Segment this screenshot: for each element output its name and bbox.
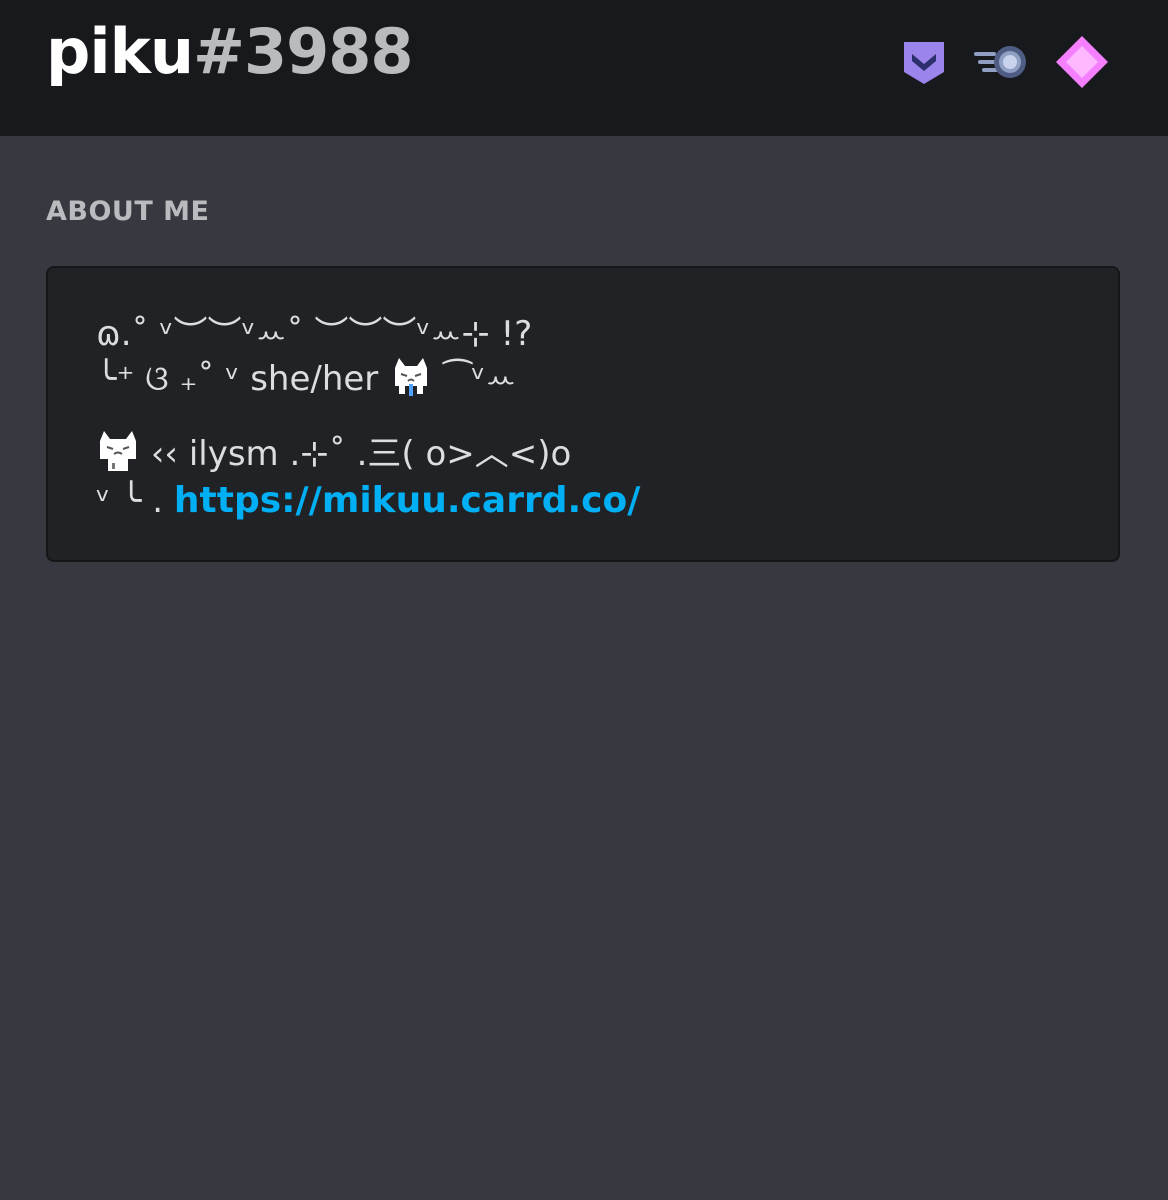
bio-line: ‹‹ ilysm .⊹˚ .三( o>︿<)o: [96, 426, 571, 475]
bio-line: ╰⁺ ଓ ₊˚ ᵛ she/her ⁀ᵛꕀ: [96, 354, 516, 399]
hypesquad-badge-icon[interactable]: [896, 34, 952, 90]
bio-line: ᵛ ╰ . https://mikuu.carrd.co/: [96, 480, 640, 521]
profile-header: piku#3988: [0, 0, 1168, 136]
bio-text: ╰⁺ ଓ ₊˚ ᵛ she/her: [96, 359, 379, 399]
username-discriminator: #3988: [193, 15, 414, 88]
username: piku#3988: [46, 12, 414, 92]
crying-cat-emoji-icon: [389, 354, 433, 398]
bio-link[interactable]: https://mikuu.carrd.co/: [174, 480, 640, 521]
cat-emoji-icon: [96, 429, 140, 473]
about-me-box: ɷ.˚ ᵛ︶︶ᵛꕀ˚ ︶︶︶ᵛꕀ⊹ !? ╰⁺ ଓ ₊˚ ᵛ she/her ⁀…: [46, 266, 1120, 562]
bio-line: ɷ.˚ ᵛ︶︶ᵛꕀ˚ ︶︶︶ᵛꕀ⊹ !?: [96, 314, 533, 354]
bio-text: ⁀ᵛꕀ: [443, 359, 517, 399]
bio-text: ᵛ ╰ .: [96, 481, 174, 521]
about-me-title: ABOUT ME: [46, 196, 210, 227]
username-name: piku: [46, 15, 194, 88]
nitro-boost-badge-icon[interactable]: [974, 34, 1030, 90]
nitro-gem-badge-icon[interactable]: [1054, 34, 1110, 90]
bio-text: ‹‹ ilysm .⊹˚ .三( o>︿<)o: [150, 434, 572, 474]
